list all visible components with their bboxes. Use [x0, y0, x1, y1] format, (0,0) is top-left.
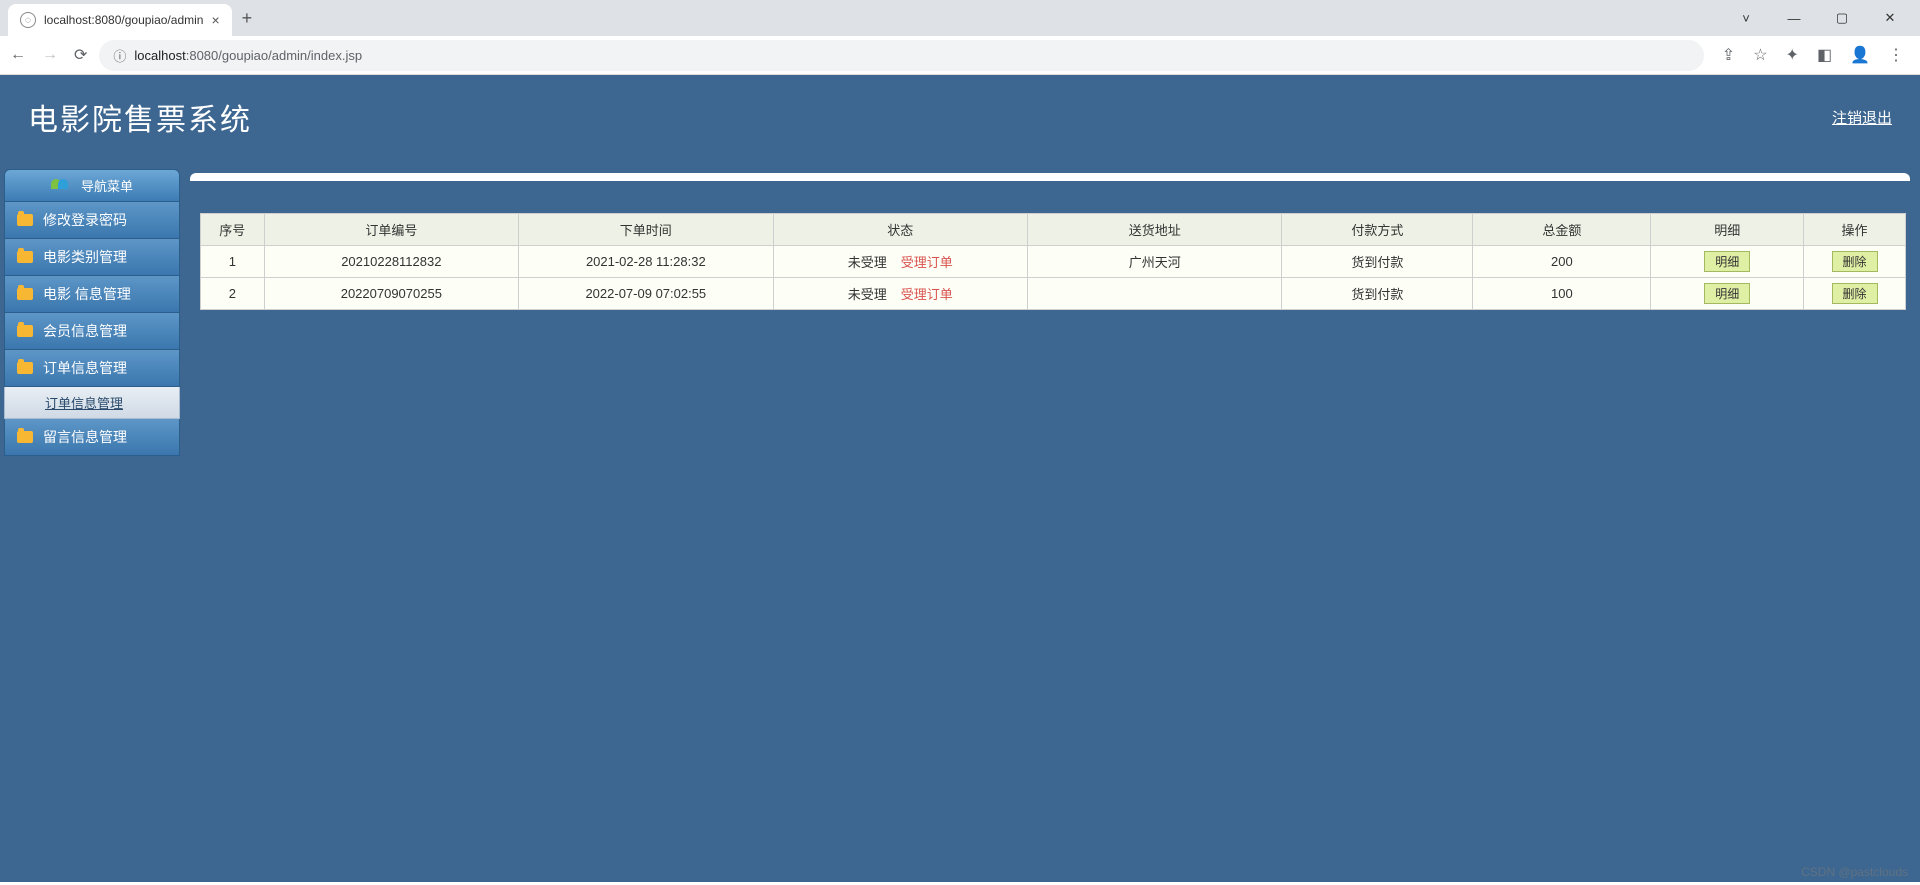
th-total: 总金额 — [1473, 214, 1651, 246]
share-icon[interactable]: ⇪ — [1722, 45, 1735, 65]
cell-total: 200 — [1473, 246, 1651, 278]
detail-button[interactable]: 明细 — [1704, 251, 1750, 272]
nav-header: 导航菜单 — [4, 169, 180, 202]
cell-order-time: 2022-07-09 07:02:55 — [519, 278, 773, 310]
cell-status: 未受理受理订单 — [773, 278, 1027, 310]
cell-seq: 2 — [201, 278, 265, 310]
cell-payment: 货到付款 — [1282, 278, 1473, 310]
sidepanel-icon[interactable]: ◧ — [1817, 45, 1832, 65]
close-icon[interactable]: × — [211, 12, 219, 28]
tab-title: localhost:8080/goupiao/admin — [44, 13, 203, 27]
profile-icon[interactable]: 👤 — [1850, 45, 1870, 65]
th-status: 状态 — [773, 214, 1027, 246]
url-input[interactable]: ⓘ localhost:8080/goupiao/admin/index.jsp — [99, 40, 1703, 71]
logout-link[interactable]: 注销退出 — [1832, 107, 1892, 128]
info-icon: ⓘ — [113, 46, 126, 65]
cell-address — [1028, 278, 1282, 310]
delete-button[interactable]: 删除 — [1832, 283, 1878, 304]
main-layout: 导航菜单 修改登录密码 电影类别管理 电影 信息管理 会员信息管理 订单信息管理… — [0, 167, 1920, 882]
th-payment: 付款方式 — [1282, 214, 1473, 246]
menu-icon[interactable]: ⋮ — [1888, 45, 1904, 65]
accept-order-link[interactable]: 受理订单 — [901, 255, 953, 270]
table-header-row: 序号 订单编号 下单时间 状态 送货地址 付款方式 总金额 明细 操作 — [201, 214, 1906, 246]
cell-total: 100 — [1473, 278, 1651, 310]
th-order-no: 订单编号 — [264, 214, 518, 246]
delete-button[interactable]: 删除 — [1832, 251, 1878, 272]
globe-icon: ◌ — [20, 12, 36, 28]
orders-table: 序号 订单编号 下单时间 状态 送货地址 付款方式 总金额 明细 操作 1202… — [200, 213, 1906, 310]
app-header: 电影院售票系统 注销退出 — [0, 75, 1920, 167]
back-button[interactable]: ← — [10, 46, 26, 64]
url-host: localhost — [134, 48, 185, 63]
cell-order-time: 2021-02-28 11:28:32 — [519, 246, 773, 278]
reload-button[interactable]: ⟳ — [74, 45, 87, 65]
app-title: 电影院售票系统 — [28, 95, 252, 139]
cell-order-no: 20220709070255 — [264, 278, 518, 310]
folder-icon — [17, 362, 33, 374]
sidebar-item-order[interactable]: 订单信息管理 — [4, 350, 180, 387]
star-icon[interactable]: ☆ — [1753, 45, 1767, 65]
browser-chrome: ◌ localhost:8080/goupiao/admin × + ˅ — ▢… — [0, 0, 1920, 75]
extensions-icon[interactable]: ✦ — [1786, 45, 1799, 65]
cell-address: 广州天河 — [1028, 246, 1282, 278]
sidebar-item-label: 留言信息管理 — [43, 427, 127, 447]
browser-tab[interactable]: ◌ localhost:8080/goupiao/admin × — [8, 4, 232, 36]
people-icon — [51, 179, 71, 193]
cell-action: 删除 — [1804, 246, 1906, 278]
table-row: 1202102281128322021-02-28 11:28:32未受理受理订… — [201, 246, 1906, 278]
cell-seq: 1 — [201, 246, 265, 278]
window-controls: ˅ — ▢ ✕ — [1724, 3, 1920, 33]
table-row: 2202207090702552022-07-09 07:02:55未受理受理订… — [201, 278, 1906, 310]
chevron-down-icon[interactable]: ˅ — [1724, 3, 1768, 33]
sidebar-item-category[interactable]: 电影类别管理 — [4, 239, 180, 276]
sidebar: 导航菜单 修改登录密码 电影类别管理 电影 信息管理 会员信息管理 订单信息管理… — [0, 167, 184, 882]
sidebar-subitem-order-manage[interactable]: 订单信息管理 — [4, 387, 180, 419]
sidebar-item-password[interactable]: 修改登录密码 — [4, 202, 180, 239]
url-path: :8080/goupiao/admin/index.jsp — [186, 48, 362, 63]
th-order-time: 下单时间 — [519, 214, 773, 246]
nav-title: 导航菜单 — [81, 176, 133, 195]
folder-icon — [17, 325, 33, 337]
cell-action: 删除 — [1804, 278, 1906, 310]
folder-icon — [17, 214, 33, 226]
th-seq: 序号 — [201, 214, 265, 246]
cell-order-no: 20210228112832 — [264, 246, 518, 278]
cell-payment: 货到付款 — [1282, 246, 1473, 278]
folder-icon — [17, 251, 33, 263]
forward-button[interactable]: → — [42, 46, 58, 64]
detail-button[interactable]: 明细 — [1704, 283, 1750, 304]
folder-icon — [17, 431, 33, 443]
sidebar-item-label: 修改登录密码 — [43, 210, 127, 230]
minimize-button[interactable]: — — [1772, 3, 1816, 33]
accept-order-link[interactable]: 受理订单 — [901, 287, 953, 302]
tab-bar: ◌ localhost:8080/goupiao/admin × + ˅ — ▢… — [0, 0, 1920, 36]
sidebar-item-member[interactable]: 会员信息管理 — [4, 313, 180, 350]
cell-status: 未受理受理订单 — [773, 246, 1027, 278]
folder-icon — [17, 288, 33, 300]
sidebar-item-movie[interactable]: 电影 信息管理 — [4, 276, 180, 313]
sidebar-item-label: 订单信息管理 — [43, 358, 127, 378]
cell-detail: 明细 — [1651, 246, 1804, 278]
maximize-button[interactable]: ▢ — [1820, 3, 1864, 33]
watermark: CSDN @pastclouds — [1801, 865, 1908, 879]
content-panel: 序号 订单编号 下单时间 状态 送货地址 付款方式 总金额 明细 操作 1202… — [184, 167, 1920, 882]
content-topbar — [190, 173, 1910, 181]
sidebar-item-message[interactable]: 留言信息管理 — [4, 419, 180, 456]
new-tab-button[interactable]: + — [242, 8, 253, 29]
th-action: 操作 — [1804, 214, 1906, 246]
th-address: 送货地址 — [1028, 214, 1282, 246]
cell-detail: 明细 — [1651, 278, 1804, 310]
sidebar-item-label: 电影 信息管理 — [43, 284, 131, 304]
address-bar: ← → ⟳ ⓘ localhost:8080/goupiao/admin/ind… — [0, 36, 1920, 74]
sidebar-item-label: 会员信息管理 — [43, 321, 127, 341]
sidebar-item-label: 电影类别管理 — [43, 247, 127, 267]
th-detail: 明细 — [1651, 214, 1804, 246]
close-window-button[interactable]: ✕ — [1868, 3, 1912, 33]
